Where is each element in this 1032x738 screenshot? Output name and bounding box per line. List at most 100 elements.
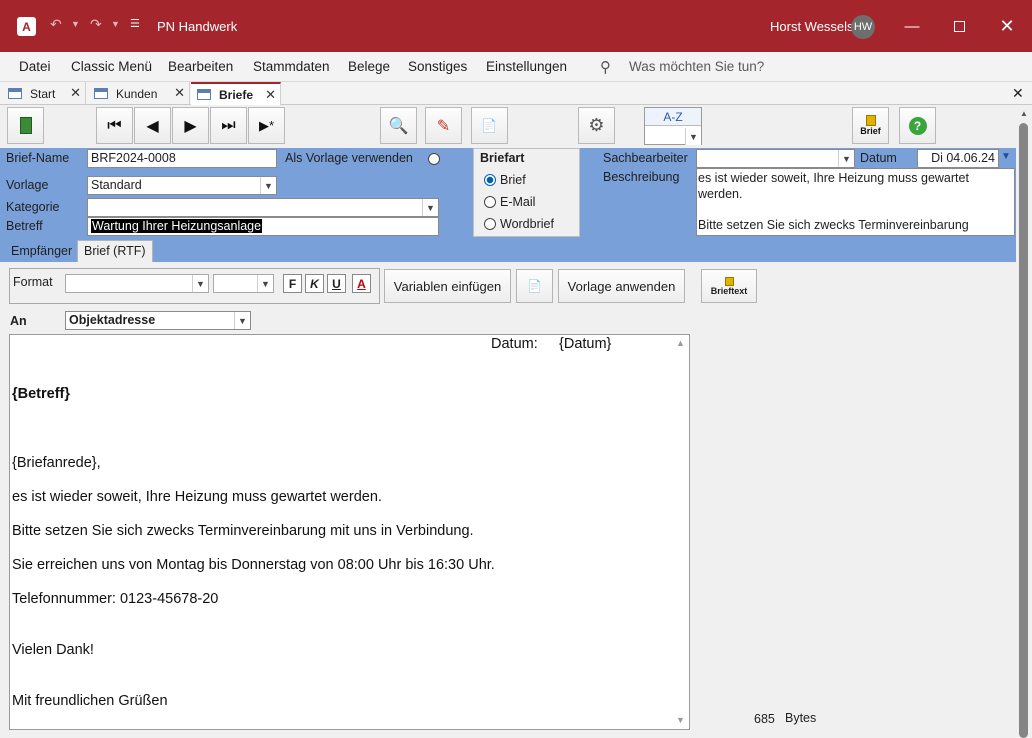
close-tab-icon[interactable]: ✕ xyxy=(265,87,276,103)
scroll-up-icon[interactable]: ▲ xyxy=(676,338,685,348)
radio-brief[interactable] xyxy=(484,174,496,186)
settings-button[interactable]: ⚙ xyxy=(578,107,615,144)
tab-start[interactable]: Start ✕ xyxy=(2,82,86,105)
previous-record-button[interactable]: ◀ xyxy=(134,107,171,144)
chevron-down-icon: ▼ xyxy=(422,199,438,216)
font-color-button[interactable]: A xyxy=(352,274,371,293)
preview-letter-button[interactable]: 📄 xyxy=(516,269,553,303)
scroll-up-icon[interactable]: ▲ xyxy=(1020,109,1028,118)
radio-wordbrief[interactable] xyxy=(484,218,496,230)
briefart-label: Briefart xyxy=(480,151,525,165)
help-button[interactable]: ? xyxy=(899,107,936,144)
editor-scrollbar[interactable]: ▲ ▼ xyxy=(673,335,689,729)
previous-record-icon: ◀ xyxy=(146,117,159,135)
vorlage-checkbox-label: Als Vorlage verwenden xyxy=(285,151,413,165)
font-family-select[interactable]: ▼ xyxy=(65,274,209,293)
brief-button[interactable]: Brief xyxy=(852,107,889,144)
menu-einstellungen[interactable]: Einstellungen xyxy=(486,59,567,74)
radio-email[interactable] xyxy=(484,196,496,208)
brief-icon xyxy=(865,115,876,126)
undo-dropdown-icon[interactable]: ▼ xyxy=(71,19,80,29)
brieftext-button[interactable]: Brieftext xyxy=(701,269,757,303)
beschreibung-field[interactable]: es ist wieder soweit, Ihre Heizung muss … xyxy=(696,168,1015,236)
datum-picker-icon[interactable]: ▼ xyxy=(1001,151,1011,162)
betreff-field[interactable]: Wartung Ihrer Heizungsanlage xyxy=(87,217,439,236)
menu-stammdaten[interactable]: Stammdaten xyxy=(253,59,330,74)
tab-empfaenger[interactable]: Empfänger xyxy=(5,241,79,262)
font-size-select[interactable]: ▼ xyxy=(213,274,274,293)
briefart-option-brief[interactable]: Brief xyxy=(484,173,526,187)
exit-button[interactable] xyxy=(7,107,44,144)
italic-button[interactable]: K xyxy=(305,274,324,293)
scroll-down-icon[interactable]: ▼ xyxy=(676,715,685,725)
chevron-down-icon: ▼ xyxy=(260,177,276,194)
print-preview-icon: 📄 xyxy=(527,279,542,293)
scroll-thumb[interactable] xyxy=(1019,123,1028,738)
search-button[interactable]: 🔍 xyxy=(380,107,417,144)
bold-button[interactable]: F xyxy=(283,274,302,293)
menu-belege[interactable]: Belege xyxy=(348,59,390,74)
briefart-option-wordbrief[interactable]: Wordbrief xyxy=(484,217,554,231)
datum-field[interactable]: Di 04.06.24 xyxy=(917,149,999,168)
menu-datei[interactable]: Datei xyxy=(19,59,51,74)
an-select[interactable]: Objektadresse ▼ xyxy=(65,311,251,330)
redo-icon[interactable]: ↷ xyxy=(90,16,102,33)
new-record-icon: ▶* xyxy=(258,117,275,133)
last-record-button[interactable]: ⏭ xyxy=(210,107,247,144)
sort-order-dropdown[interactable]: A-Z ▼ xyxy=(644,107,702,145)
beschreibung-label: Beschreibung xyxy=(603,170,680,184)
form-icon xyxy=(197,89,211,100)
close-window-button[interactable]: ✕ xyxy=(984,0,1030,52)
tell-me-search[interactable]: Was möchten Sie tun? xyxy=(629,59,764,74)
chevron-down-icon: ▼ xyxy=(234,312,250,329)
customize-quick-access-icon[interactable]: ☰ xyxy=(130,17,140,30)
preview-button[interactable]: 📄 xyxy=(471,107,508,144)
datum-label: Datum xyxy=(860,151,897,165)
maximize-button[interactable] xyxy=(936,0,982,52)
editor-datum-label: Datum: xyxy=(491,336,538,352)
vorlage-anwenden-button[interactable]: Vorlage anwenden xyxy=(558,269,685,303)
form-scrollbar[interactable]: ▲ xyxy=(1016,105,1032,738)
user-name[interactable]: Horst Wessels xyxy=(770,19,854,34)
minimize-button[interactable]: — xyxy=(889,0,935,52)
vorlage-checkbox[interactable] xyxy=(428,153,440,165)
size-unit: Bytes xyxy=(785,711,817,725)
vorlage-select[interactable]: Standard ▼ xyxy=(87,176,277,195)
size-value: 685 xyxy=(754,712,775,726)
avatar[interactable]: HW xyxy=(851,15,875,39)
beschreibung-line: es ist wieder soweit, Ihre Heizung muss … xyxy=(698,171,969,185)
next-record-button[interactable]: ▶ xyxy=(172,107,209,144)
search-icon[interactable]: ⚲ xyxy=(600,58,611,76)
sachbearbeiter-select[interactable]: ▼ xyxy=(696,149,855,168)
tab-briefe[interactable]: Briefe ✕ xyxy=(191,82,281,105)
underline-button[interactable]: U xyxy=(327,274,346,293)
kategorie-select[interactable]: ▼ xyxy=(87,198,439,217)
kategorie-label: Kategorie xyxy=(6,200,60,214)
editor-anrede: {Briefanrede}, xyxy=(12,455,101,471)
close-tab-icon[interactable]: ✕ xyxy=(70,85,81,101)
redo-dropdown-icon[interactable]: ▼ xyxy=(111,19,120,29)
briefart-group: Briefart Brief E-Mail Wordbrief xyxy=(473,148,580,237)
brief-name-field[interactable]: BRF2024-0008 xyxy=(87,149,277,168)
rtf-editor[interactable]: Datum: {Datum} {Betreff} {Briefanrede}, … xyxy=(9,334,690,730)
binoculars-icon: 🔍 xyxy=(388,117,409,135)
delete-filter-button[interactable]: ✎ xyxy=(425,107,462,144)
menu-sonstiges[interactable]: Sonstiges xyxy=(408,59,467,74)
first-record-button[interactable]: ⏮ xyxy=(96,107,133,144)
tab-briefe-label: Briefe xyxy=(219,87,254,102)
menu-classic-menu[interactable]: Classic Menü xyxy=(71,59,152,74)
briefart-option-email[interactable]: E-Mail xyxy=(484,195,535,209)
form-icon xyxy=(94,88,108,99)
variablen-einfuegen-button[interactable]: Variablen einfügen xyxy=(384,269,511,303)
menu-bearbeiten[interactable]: Bearbeiten xyxy=(168,59,233,74)
close-all-tabs-icon[interactable]: ✕ xyxy=(1012,85,1024,102)
brief-button-label: Brief xyxy=(860,126,881,136)
last-record-icon: ⏭ xyxy=(221,116,236,134)
undo-icon[interactable]: ↶ xyxy=(50,16,62,33)
tab-brief-rtf[interactable]: Brief (RTF) xyxy=(77,240,153,262)
tab-kunden[interactable]: Kunden ✕ xyxy=(88,82,190,105)
close-tab-icon[interactable]: ✕ xyxy=(174,85,185,101)
betreff-label: Betreff xyxy=(6,219,43,233)
editor-line: Telefonnummer: 0123-45678-20 xyxy=(12,591,219,607)
new-record-button[interactable]: ▶* xyxy=(248,107,285,144)
